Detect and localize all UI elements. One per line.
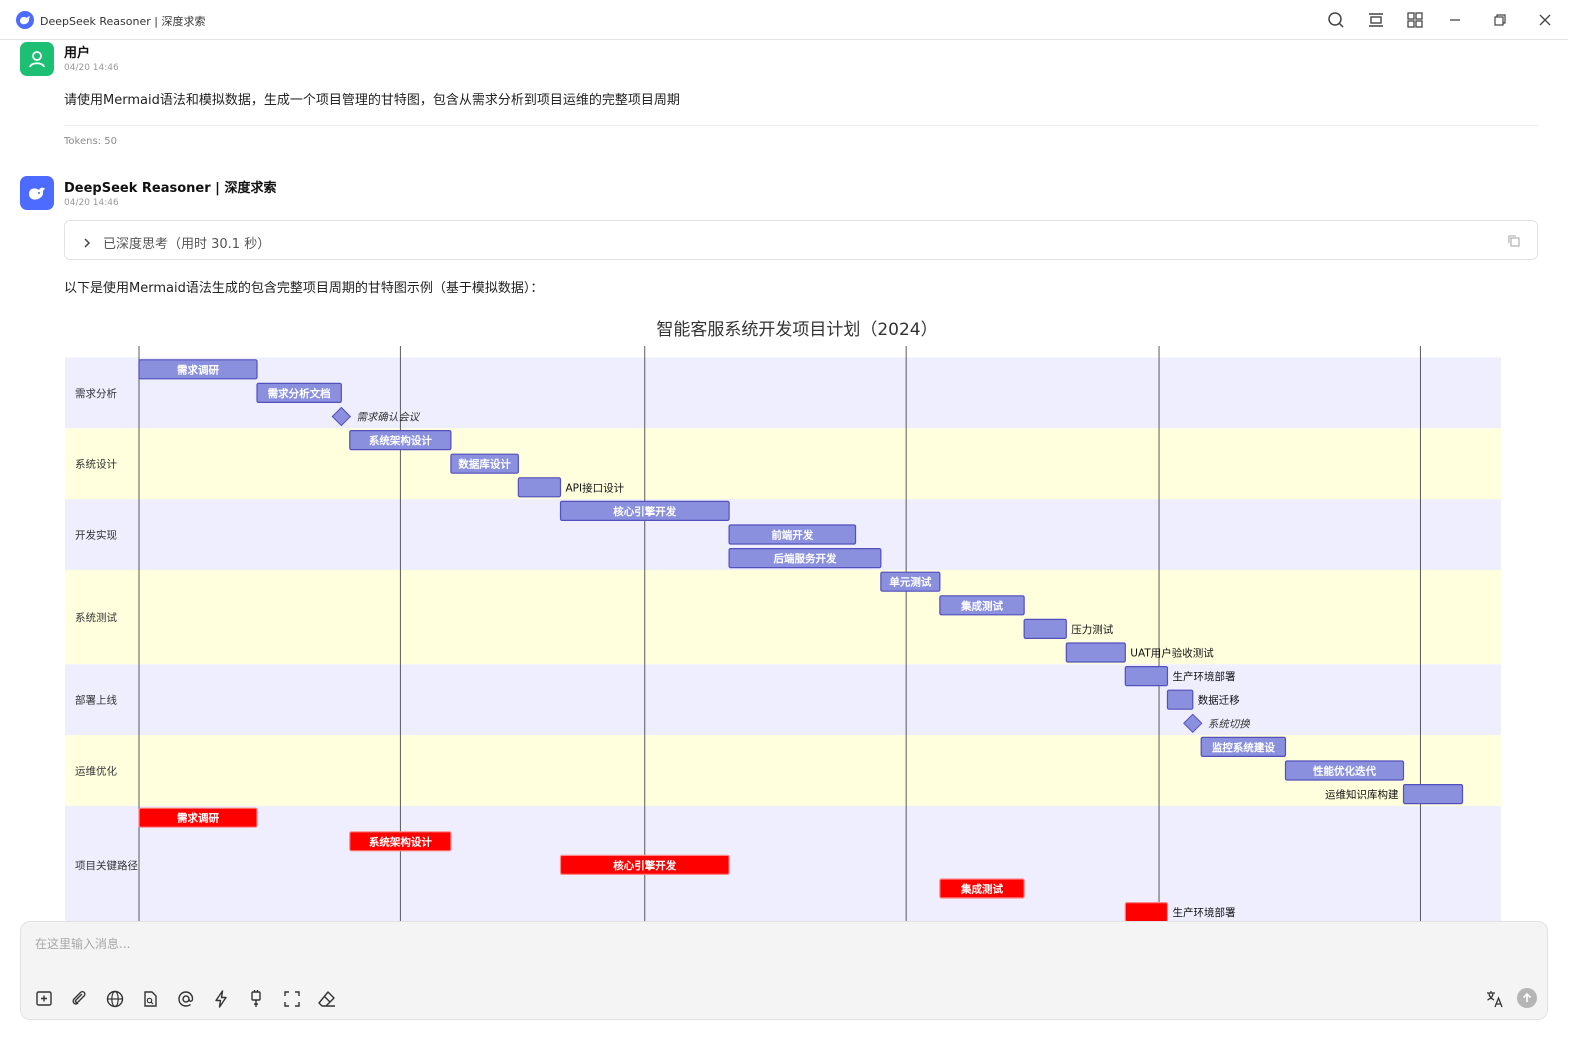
assistant-timestamp: 04/20 14:46 [64, 198, 119, 208]
lightning-icon[interactable] [210, 988, 232, 1010]
section-label: 开发实现 [75, 529, 117, 542]
translate-icon[interactable] [1484, 988, 1506, 1010]
section-band [65, 664, 1501, 736]
section-label: 运维优化 [75, 765, 117, 778]
task-label: 数据迁移 [1198, 694, 1240, 707]
message-input[interactable] [35, 934, 1435, 954]
arrow-up-icon [1522, 992, 1532, 1002]
task-label: 生产环境部署 [1172, 670, 1235, 683]
user-message: 请使用Mermaid语法和模拟数据，生成一个项目管理的甘特图，包含从需求分析到项… [64, 93, 680, 108]
section-band [65, 428, 1501, 500]
task-label: 生产环境部署 [1172, 906, 1235, 919]
chart-title: 智能客服系统开发项目计划（2024） [656, 320, 937, 340]
section-label: 系统设计 [75, 458, 117, 471]
section-label: 系统测试 [75, 611, 117, 624]
task-label: 监控系统建设 [1212, 741, 1275, 754]
task-label: API接口设计 [566, 481, 625, 494]
section-band [65, 569, 1501, 665]
send-button[interactable] [1517, 988, 1537, 1008]
task-label: 单元测试 [889, 576, 931, 589]
section-label: 项目关键路径 [75, 859, 138, 872]
milestone-label: 需求确认会议 [356, 412, 420, 424]
section-label: 需求分析 [75, 387, 117, 400]
thinking-panel[interactable]: 已深度思考（用时 30.1 秒） [64, 220, 1538, 260]
message-composer [20, 921, 1548, 1020]
assistant-name: DeepSeek Reasoner | 深度求索 [64, 181, 277, 196]
token-count: Tokens: 50 [64, 136, 117, 147]
task-label: 需求调研 [177, 812, 219, 825]
task-bar [1124, 665, 1169, 687]
eraser-icon[interactable] [316, 988, 338, 1010]
task-label: 运维知识库构建 [1325, 788, 1399, 801]
critical-task-bar [1124, 902, 1169, 921]
new-topic-icon[interactable] [33, 988, 55, 1010]
milestone-label: 系统切换 [1208, 718, 1250, 730]
task-label: 压力测试 [1071, 623, 1113, 636]
gantt-chart: 智能客服系统开发项目计划（2024） 需求分析系统设计开发实现系统测试部署上线运维… [0, 0, 1568, 921]
task-bar [1023, 618, 1067, 640]
task-label: 集成测试 [960, 883, 1003, 896]
assistant-intro: 以下是使用Mermaid语法生成的包含完整项目周期的甘特图示例（基于模拟数据）： [64, 281, 544, 296]
task-label: 后端服务开发 [773, 552, 836, 565]
knowledge-base-icon[interactable] [139, 988, 161, 1010]
task-label: 集成测试 [960, 599, 1003, 612]
task-label: UAT用户验收测试 [1130, 647, 1214, 660]
task-bar [517, 477, 562, 498]
globe-icon[interactable] [104, 988, 126, 1010]
task-label: 需求分析文档 [268, 387, 331, 400]
section-band [65, 805, 1501, 921]
task-label: 核心引擎开发 [613, 859, 676, 872]
message-divider [64, 125, 1538, 126]
chevron-right-icon[interactable] [81, 234, 93, 253]
task-label: 需求调研 [177, 363, 219, 376]
attachment-icon[interactable] [68, 988, 90, 1010]
mcp-plug-icon[interactable] [245, 988, 267, 1010]
task-label: 数据库设计 [457, 458, 511, 471]
assistant-avatar [20, 176, 54, 210]
task-bar [1402, 783, 1464, 805]
section-label: 部署上线 [75, 694, 117, 707]
user-avatar [20, 42, 54, 76]
thinking-label[interactable]: 已深度思考（用时 30.1 秒） [103, 233, 270, 252]
task-label: 前端开发 [771, 529, 813, 542]
task-label: 系统架构设计 [369, 434, 432, 447]
fullscreen-icon[interactable] [281, 988, 303, 1010]
mention-icon[interactable] [175, 988, 197, 1010]
user-name: 用户 [64, 46, 91, 61]
task-bar [1166, 689, 1194, 710]
copy-icon[interactable] [1507, 233, 1521, 252]
task-label: 系统架构设计 [369, 835, 432, 848]
task-label: 核心引擎开发 [613, 505, 676, 518]
task-bar [1065, 642, 1126, 663]
task-label: 性能优化迭代 [1313, 765, 1376, 778]
gantt-svg: 智能客服系统开发项目计划（2024） 需求分析系统设计开发实现系统测试部署上线运维… [65, 320, 1501, 921]
user-timestamp: 04/20 14:46 [64, 63, 119, 73]
